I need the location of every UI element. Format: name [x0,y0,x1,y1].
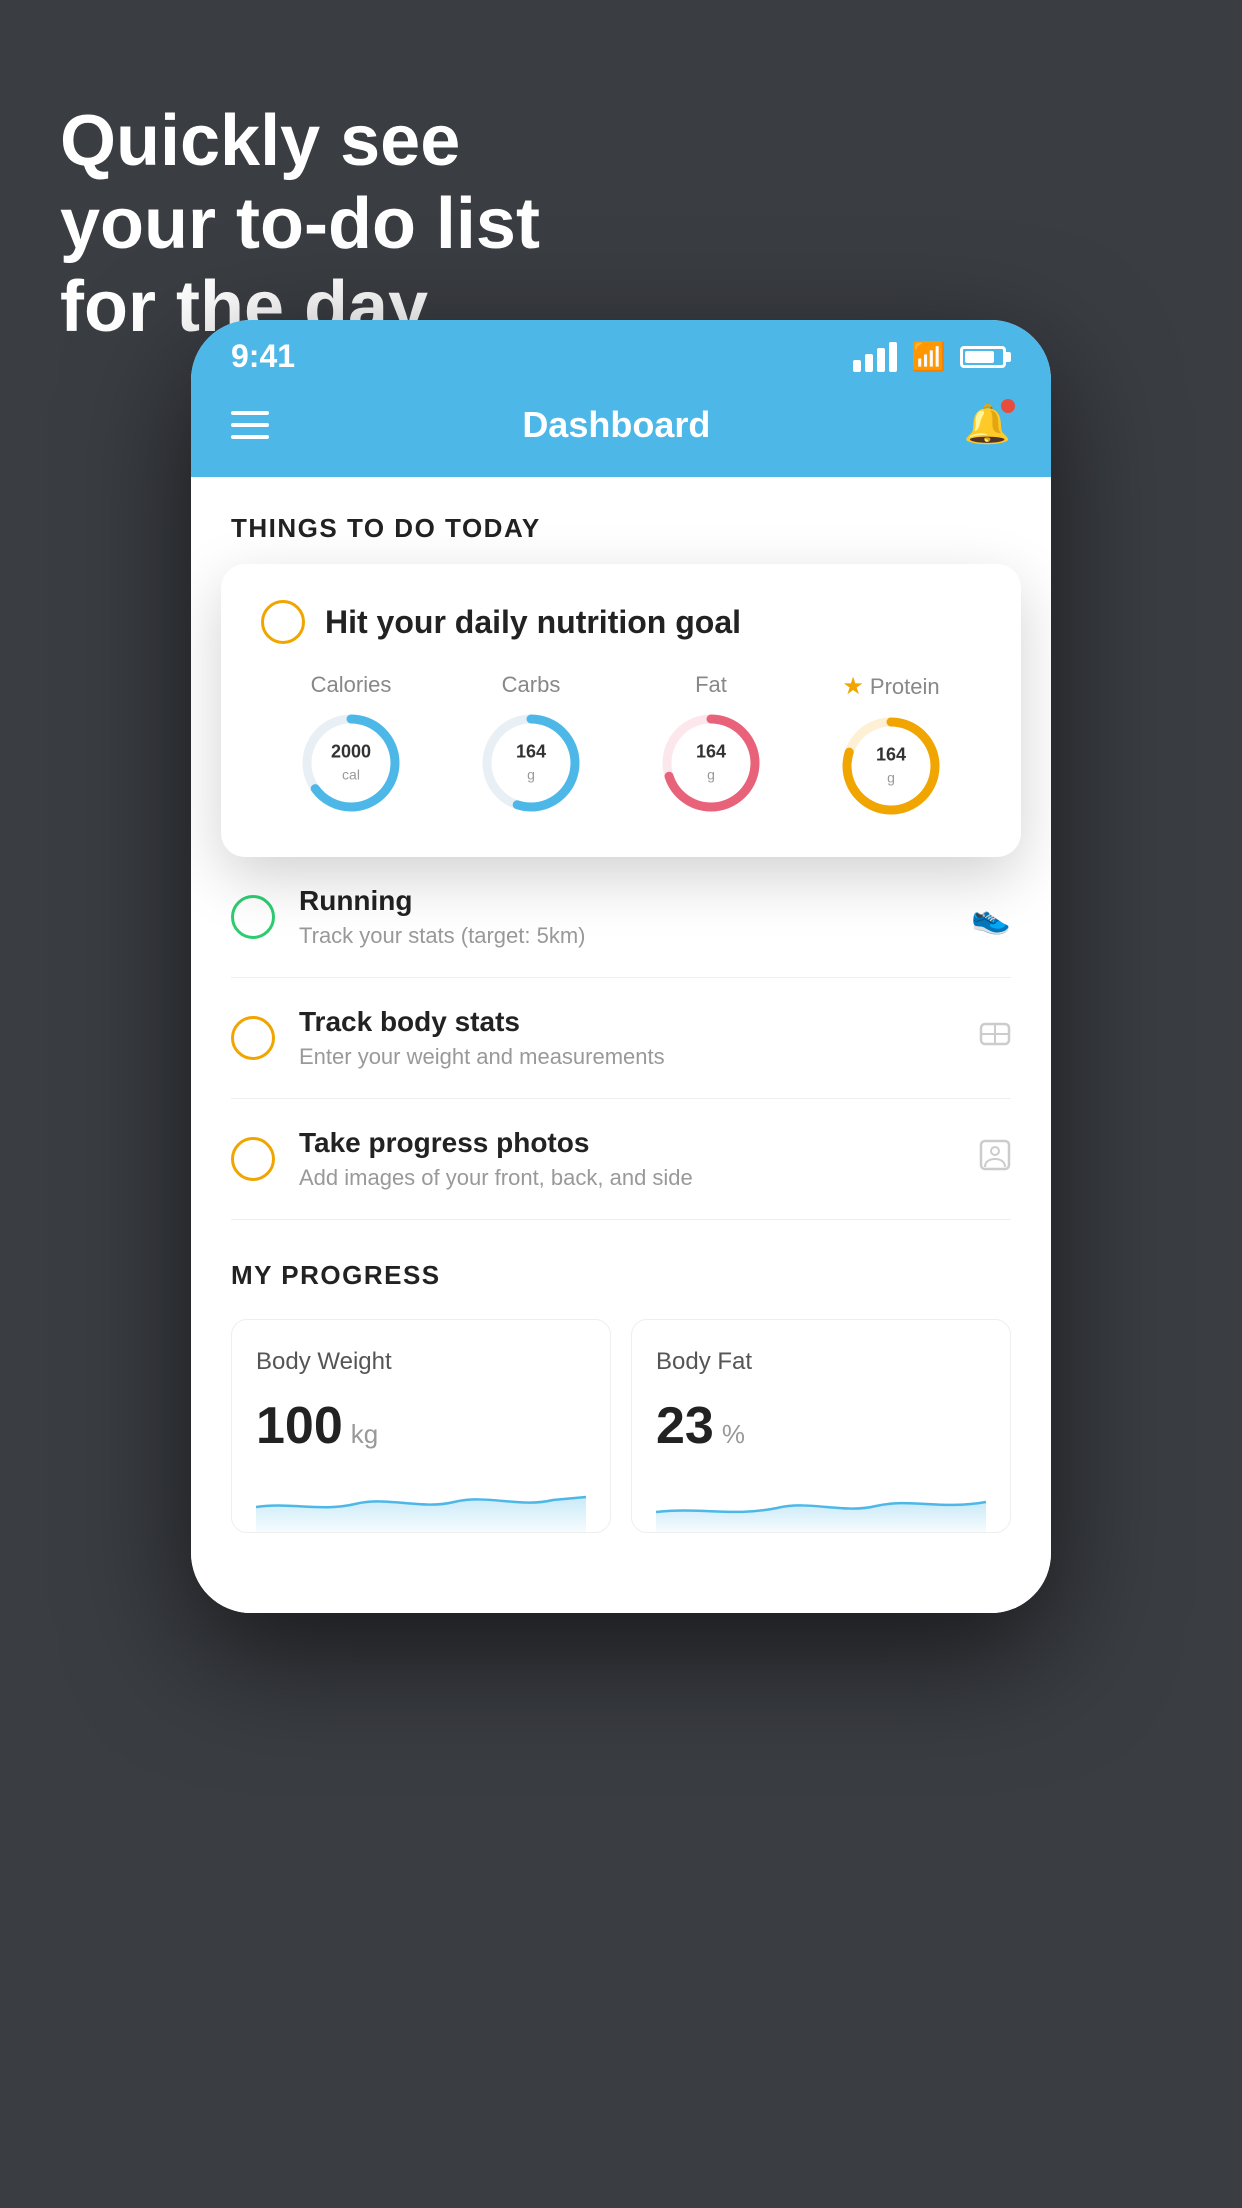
progress-photos-checkbox[interactable] [231,1137,275,1181]
fat-value: 164g [696,741,726,784]
protein-label: Protein [870,674,940,700]
fat-ring: 164g [656,708,766,818]
progress-photos-subtitle: Add images of your front, back, and side [299,1165,955,1191]
protein-ring: 164g [836,711,946,821]
fat-label: Fat [695,672,727,698]
body-fat-unit: % [722,1419,745,1450]
progress-cards: Body Weight 100 kg [231,1319,1011,1533]
headline: Quickly see your to-do list for the day. [60,100,540,348]
nutrition-card-title: Hit your daily nutrition goal [325,604,741,641]
nutrition-protein: ★ Protein 164g [836,672,946,821]
content-area: THINGS TO DO TODAY Hit your daily nutrit… [191,477,1051,1613]
body-weight-card: Body Weight 100 kg [231,1319,611,1533]
body-fat-value: 23 % [656,1396,986,1456]
body-weight-value: 100 kg [256,1396,586,1456]
nutrition-circles: Calories 2000cal Carbs [261,672,981,821]
protein-value: 164g [876,744,906,787]
progress-photos-text: Take progress photos Add images of your … [299,1127,955,1191]
signal-icon [853,342,897,372]
nutrition-checkbox[interactable] [261,600,305,644]
status-time: 9:41 [231,338,295,375]
battery-icon [960,346,1011,368]
status-icons: 📶 [853,340,1011,373]
body-weight-unit: kg [351,1419,378,1450]
calories-label: Calories [311,672,392,698]
protein-label-row: ★ Protein [842,672,939,701]
carbs-label: Carbs [502,672,561,698]
my-progress-header: MY PROGRESS [231,1260,1011,1291]
phone-mockup: 9:41 📶 Dashboard 🔔 [191,320,1051,1613]
scale-icon [979,1018,1011,1058]
calories-value: 2000cal [331,741,371,784]
nav-bar: Dashboard 🔔 [191,383,1051,477]
calories-ring: 2000cal [296,708,406,818]
body-weight-title: Body Weight [256,1348,586,1376]
running-title: Running [299,885,947,917]
todo-body-stats[interactable]: Track body stats Enter your weight and m… [231,978,1011,1099]
nutrition-fat: Fat 164g [656,672,766,818]
running-subtitle: Track your stats (target: 5km) [299,923,947,949]
notifications-button[interactable]: 🔔 [964,403,1011,447]
body-stats-subtitle: Enter your weight and measurements [299,1044,955,1070]
nutrition-card: Hit your daily nutrition goal Calories 2… [221,564,1021,857]
body-stats-text: Track body stats Enter your weight and m… [299,1006,955,1070]
headline-line2: your to-do list [60,183,540,266]
body-weight-chart [256,1472,586,1532]
nutrition-calories: Calories 2000cal [296,672,406,818]
progress-photos-title: Take progress photos [299,1127,955,1159]
nutrition-card-title-row: Hit your daily nutrition goal [261,600,981,644]
todo-list: Running Track your stats (target: 5km) 👟… [191,857,1051,1220]
carbs-ring: 164g [476,708,586,818]
headline-line1: Quickly see [60,100,540,183]
menu-button[interactable] [231,411,269,439]
body-stats-checkbox[interactable] [231,1016,275,1060]
bottom-pad [191,1573,1051,1613]
nutrition-carbs: Carbs 164g [476,672,586,818]
nav-title: Dashboard [522,404,710,446]
body-stats-title: Track body stats [299,1006,955,1038]
shoe-icon: 👟 [971,898,1011,936]
todo-running[interactable]: Running Track your stats (target: 5km) 👟 [231,857,1011,978]
phone-screen: 9:41 📶 Dashboard 🔔 [191,320,1051,1613]
carbs-value: 164g [516,741,546,784]
body-weight-number: 100 [256,1396,343,1456]
body-fat-chart [656,1472,986,1532]
body-fat-card: Body Fat 23 % [631,1319,1011,1533]
notification-badge [1001,399,1015,413]
running-text: Running Track your stats (target: 5km) [299,885,947,949]
wifi-icon: 📶 [911,340,946,373]
my-progress-section: MY PROGRESS Body Weight 100 kg [191,1220,1051,1573]
things-to-do-header: THINGS TO DO TODAY [191,477,1051,564]
body-fat-number: 23 [656,1396,714,1456]
todo-progress-photos[interactable]: Take progress photos Add images of your … [231,1099,1011,1220]
running-checkbox[interactable] [231,895,275,939]
body-fat-title: Body Fat [656,1348,986,1376]
status-bar: 9:41 📶 [191,320,1051,383]
person-icon [979,1139,1011,1179]
protein-star-icon: ★ [842,672,864,701]
